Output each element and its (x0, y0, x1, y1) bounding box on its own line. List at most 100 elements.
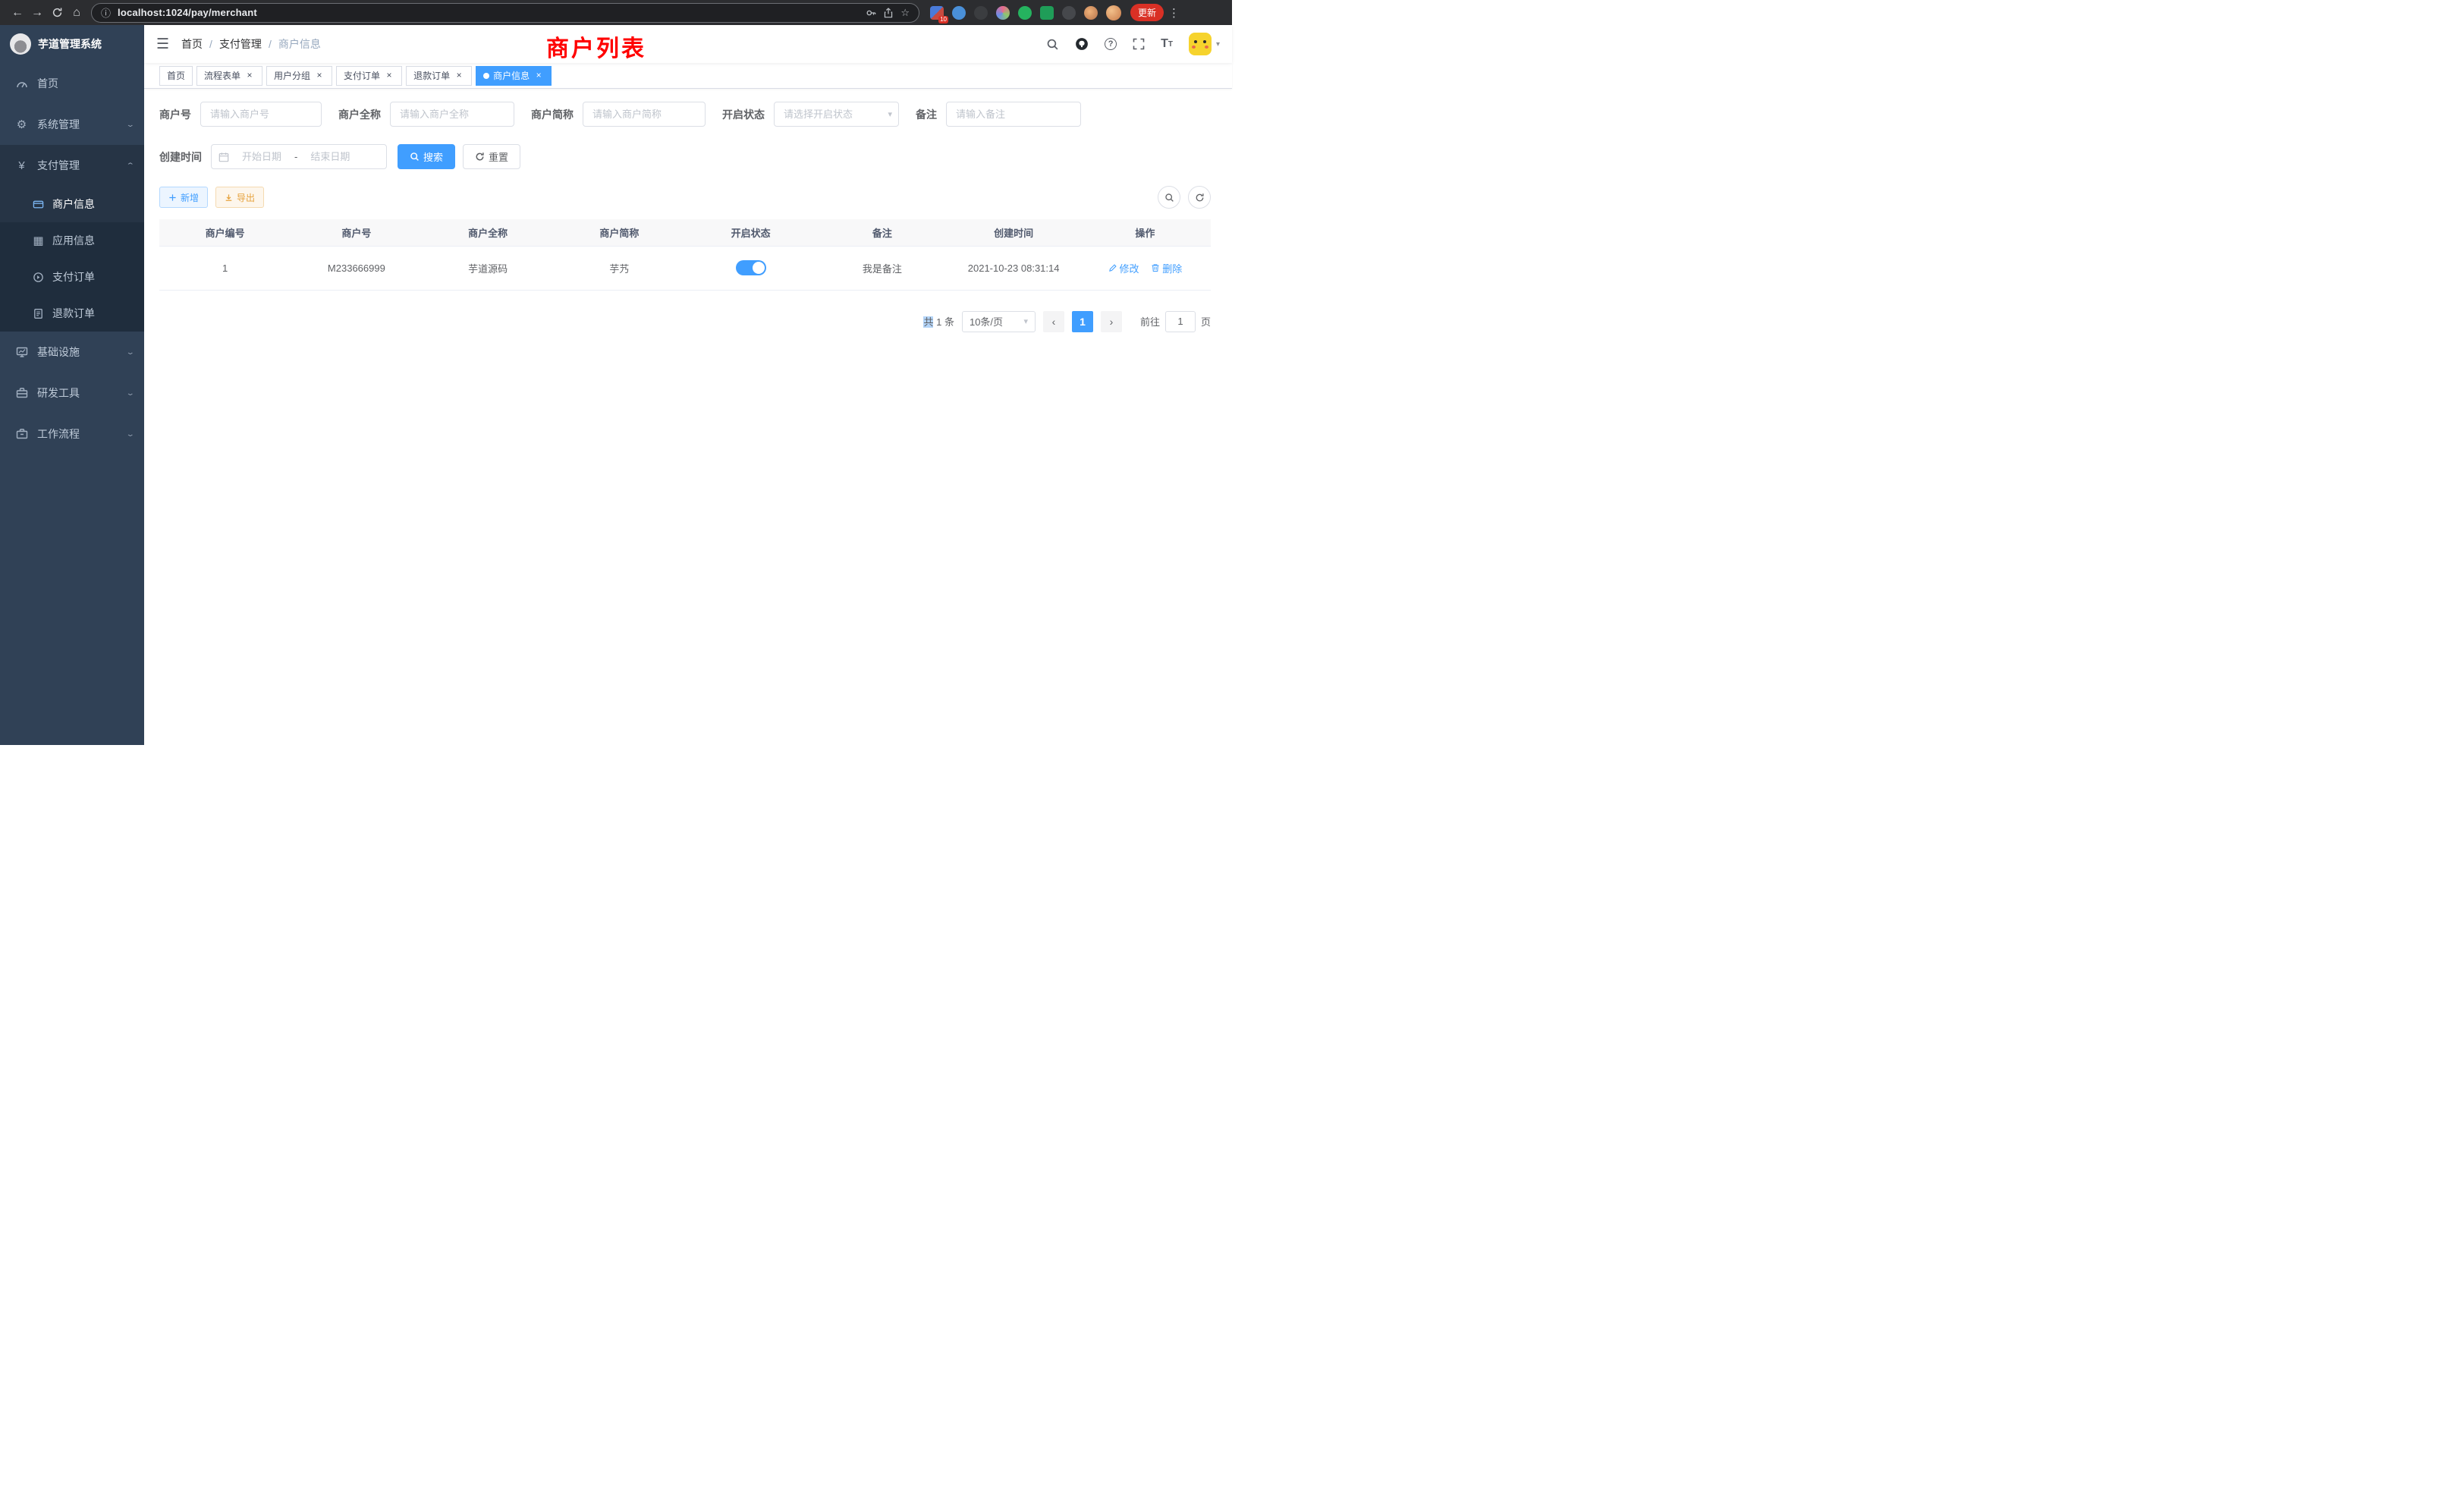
status-toggle[interactable] (736, 260, 766, 275)
sidebar-item-app-info[interactable]: ▦ 应用信息 (0, 222, 144, 259)
chevron-down-icon: ⌄ (126, 121, 135, 129)
extension-icon-7[interactable] (1062, 6, 1076, 20)
sidebar-item-home[interactable]: 首页 (0, 63, 144, 104)
tab-home[interactable]: 首页 (159, 66, 193, 86)
merchant-no-input[interactable] (200, 102, 322, 127)
help-icon[interactable]: ? (1105, 38, 1117, 50)
short-name-input[interactable] (583, 102, 706, 127)
close-icon[interactable]: × (384, 71, 394, 81)
page-content: 商户号 商户全称 商户简称 开启状态 ▾ (144, 89, 1232, 745)
next-page-button[interactable]: › (1101, 311, 1122, 332)
cell-create-time: 2021-10-23 08:31:14 (948, 246, 1080, 290)
cell-status (685, 246, 816, 290)
sidebar-item-dev-tools[interactable]: 研发工具 ⌄ (0, 372, 144, 413)
tab-process-form[interactable]: 流程表单 × (196, 66, 262, 86)
sidebar-item-payment[interactable]: ¥ 支付管理 ⌃ (0, 145, 144, 186)
user-menu[interactable]: ▾ (1189, 33, 1220, 55)
sidebar-toggle-icon[interactable]: ☰ (144, 36, 181, 53)
prev-page-button[interactable]: ‹ (1043, 311, 1064, 332)
add-button[interactable]: 新增 (159, 187, 208, 208)
sidebar-item-system[interactable]: ⚙ 系统管理 ⌄ (0, 104, 144, 145)
export-button[interactable]: 导出 (215, 187, 264, 208)
extension-icon-8[interactable] (1084, 6, 1098, 20)
table-header-row: 商户编号 商户号 商户全称 商户简称 开启状态 备注 创建时间 操作 (159, 219, 1211, 246)
page-jumper: 前往 页 (1140, 311, 1211, 332)
extensions-bar: 10 (930, 5, 1121, 20)
card-icon (32, 199, 45, 210)
browser-profile-avatar[interactable] (1106, 5, 1121, 20)
site-info-icon[interactable]: ⓘ (101, 5, 111, 20)
browser-forward-button[interactable]: → (27, 3, 47, 23)
password-key-icon[interactable] (866, 8, 876, 18)
end-date-input[interactable] (300, 151, 360, 162)
browser-home-button[interactable]: ⌂ (67, 3, 86, 23)
close-icon[interactable]: × (533, 71, 544, 81)
sidebar-item-workflow[interactable]: 工作流程 ⌄ (0, 413, 144, 454)
browser-menu-icon[interactable]: ⋮ (1164, 6, 1184, 20)
close-icon[interactable]: × (244, 71, 255, 81)
full-name-input[interactable] (390, 102, 514, 127)
delete-link[interactable]: 删除 (1151, 261, 1182, 275)
sidebar-item-refund-order[interactable]: 退款订单 (0, 295, 144, 332)
sidebar: 芋道管理系统 首页 ⚙ 系统管理 ⌄ ¥ 支付管理 ⌃ 商户信息 (0, 25, 144, 745)
url-bar[interactable]: ⓘ localhost:1024/pay/merchant ☆ (91, 3, 919, 23)
sidebar-item-merchant-info[interactable]: 商户信息 (0, 186, 144, 222)
date-range-picker[interactable]: - (211, 144, 387, 169)
fullscreen-icon[interactable] (1133, 38, 1145, 50)
document-icon (32, 308, 45, 319)
chevron-down-icon: ⌄ (126, 348, 135, 357)
close-icon[interactable]: × (314, 71, 325, 81)
breadcrumb: 首页 / 支付管理 / 商户信息 (181, 36, 321, 52)
url-text[interactable]: localhost:1024/pay/merchant (118, 7, 859, 18)
top-navbar: ☰ 首页 / 支付管理 / 商户信息 商户列表 ? TT (144, 25, 1232, 63)
page-1-button[interactable]: 1 (1072, 311, 1093, 332)
extension-icon-6[interactable] (1040, 6, 1054, 20)
extension-icon-4[interactable] (996, 6, 1010, 20)
table-row: 1 M233666999 芋道源码 芋艿 我是备注 2021-10-23 08:… (159, 246, 1211, 290)
search-icon (410, 152, 420, 162)
refresh-table-button[interactable] (1188, 186, 1211, 209)
goto-page-input[interactable] (1165, 311, 1196, 332)
breadcrumb-payment[interactable]: 支付管理 (219, 36, 262, 52)
tab-pay-order[interactable]: 支付订单 × (336, 66, 402, 86)
edit-link[interactable]: 修改 (1108, 261, 1139, 275)
extension-badge: 10 (938, 16, 948, 24)
reset-button[interactable]: 重置 (463, 144, 520, 169)
status-select[interactable] (774, 102, 899, 127)
sidebar-item-infrastructure[interactable]: 基础设施 ⌄ (0, 332, 144, 372)
remark-input[interactable] (946, 102, 1081, 127)
share-icon[interactable] (883, 8, 894, 18)
dashboard-icon (15, 77, 28, 90)
chevron-down-icon: ⌄ (126, 389, 135, 398)
sidebar-item-pay-order[interactable]: 支付订单 (0, 259, 144, 295)
toggle-search-button[interactable] (1158, 186, 1180, 209)
tab-user-group[interactable]: 用户分组 × (266, 66, 332, 86)
breadcrumb-home[interactable]: 首页 (181, 36, 203, 52)
chevron-down-icon: ⌄ (126, 430, 135, 439)
browser-reload-button[interactable] (47, 3, 67, 23)
bookmark-star-icon[interactable]: ☆ (900, 7, 910, 19)
extension-icon-3[interactable] (974, 6, 988, 20)
user-avatar (1189, 33, 1212, 55)
close-icon[interactable]: × (454, 71, 464, 81)
tab-merchant-info[interactable]: 商户信息 × (476, 66, 552, 86)
extension-icon-5[interactable] (1018, 6, 1032, 20)
app-title: 芋道管理系统 (38, 36, 102, 52)
search-button[interactable]: 搜索 (398, 144, 455, 169)
tab-refund-order[interactable]: 退款订单 × (406, 66, 472, 86)
app-logo[interactable]: 芋道管理系统 (0, 25, 144, 63)
extension-icon-2[interactable] (952, 6, 966, 20)
status-label: 开启状态 (722, 107, 774, 122)
browser-back-button[interactable]: ← (8, 3, 27, 23)
header-search-icon[interactable] (1046, 38, 1059, 51)
browser-update-button[interactable]: 更新 (1130, 4, 1164, 21)
start-date-input[interactable] (232, 151, 291, 162)
cell-remark: 我是备注 (816, 246, 948, 290)
page-size-select[interactable]: 10条/页 ▾ (962, 311, 1036, 332)
github-icon[interactable] (1075, 37, 1089, 51)
logo-avatar (10, 33, 31, 55)
extension-icon-1[interactable]: 10 (930, 6, 944, 20)
font-size-icon[interactable]: TT (1161, 37, 1173, 51)
pagination-total: 共 1 条 (923, 314, 954, 328)
caret-down-icon: ▾ (1216, 40, 1220, 49)
